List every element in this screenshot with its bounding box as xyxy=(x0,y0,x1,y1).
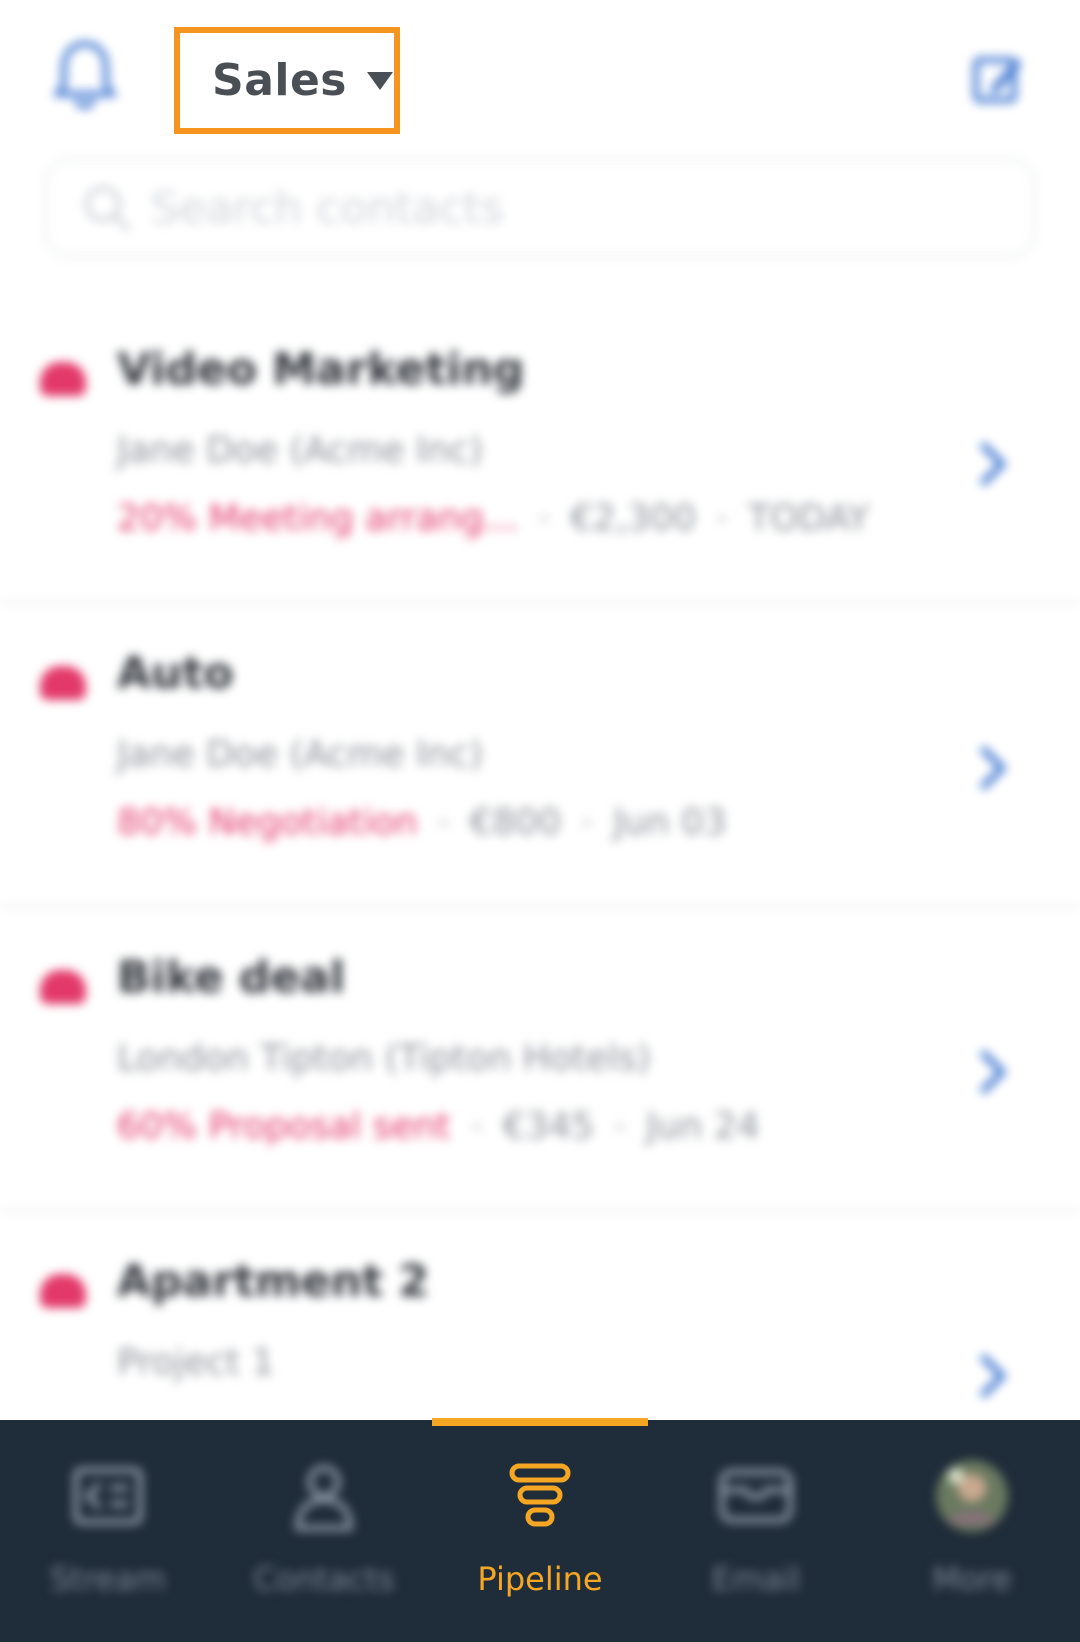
deal-row[interactable]: Auto Jane Doe (Acme Inc) 80% Negotiation… xyxy=(0,604,1080,908)
deal-name: Apartment 2 xyxy=(117,1256,429,1307)
deal-meta: 20% Meeting arrang... €2,300 TODAY xyxy=(117,498,869,539)
search-icon xyxy=(85,186,131,232)
deal-contact: London Tipton (Tipton Hotels) xyxy=(117,1038,651,1079)
deal-contact: Project 1 xyxy=(117,1342,275,1383)
deal-amount: €2,300 xyxy=(570,498,697,539)
active-tab-indicator xyxy=(432,1418,648,1426)
caret-down-icon xyxy=(367,71,393,90)
chevron-right-icon xyxy=(979,1049,1007,1095)
deal-date: Jun 24 xyxy=(646,1106,760,1147)
app-screen: Sales Video Marketing Jane Doe (Acme Inc… xyxy=(0,0,1080,1642)
edit-icon[interactable] xyxy=(970,50,1026,106)
deal-name: Bike deal xyxy=(117,952,345,1003)
deal-amount: €345 xyxy=(502,1106,595,1147)
contacts-icon xyxy=(294,1465,354,1531)
tab-pipeline[interactable]: Pipeline xyxy=(432,1420,648,1642)
search-input[interactable] xyxy=(151,182,951,234)
bottom-tab-bar: Stream Contacts Pipeline Email More xyxy=(0,1420,1080,1642)
bell-icon[interactable] xyxy=(50,38,120,114)
tab-label: More xyxy=(932,1560,1012,1598)
top-bar: Sales xyxy=(0,0,1080,150)
deal-meta: 80% Negotiation €800 Jun 03 xyxy=(117,802,727,843)
deals-list: Video Marketing Jane Doe (Acme Inc) 20% … xyxy=(0,300,1080,1516)
deal-name: Auto xyxy=(117,648,234,699)
pipeline-selector[interactable]: Sales xyxy=(174,27,400,134)
deal-icon xyxy=(40,362,86,396)
deal-row[interactable]: Video Marketing Jane Doe (Acme Inc) 20% … xyxy=(0,300,1080,604)
stream-icon xyxy=(73,1467,143,1525)
deal-icon xyxy=(40,970,86,1004)
chevron-right-icon xyxy=(979,1353,1007,1399)
deal-icon xyxy=(40,666,86,700)
email-icon xyxy=(719,1469,793,1523)
deal-date: Jun 03 xyxy=(613,802,727,843)
tab-email[interactable]: Email xyxy=(648,1420,864,1642)
separator-dot xyxy=(616,1122,625,1131)
deal-stage: 20% Meeting arrang... xyxy=(117,498,519,539)
deal-contact: Jane Doe (Acme Inc) xyxy=(117,430,484,471)
deal-meta: 60% Proposal sent €345 Jun 24 xyxy=(117,1106,760,1147)
deal-stage: 80% Negotiation xyxy=(117,802,418,843)
pipeline-icon xyxy=(509,1463,571,1527)
deal-date: TODAY xyxy=(748,498,870,539)
deal-row[interactable]: Bike deal London Tipton (Tipton Hotels) … xyxy=(0,908,1080,1212)
separator-dot xyxy=(472,1122,481,1131)
search-bar xyxy=(44,158,1036,258)
separator-dot xyxy=(439,818,448,827)
tab-stream[interactable]: Stream xyxy=(0,1420,216,1642)
tab-label: Contacts xyxy=(253,1560,395,1598)
deal-amount: €800 xyxy=(469,802,562,843)
deal-icon xyxy=(40,1274,86,1308)
separator-dot xyxy=(718,514,727,523)
tab-more[interactable]: More xyxy=(864,1420,1080,1642)
deal-stage: 60% Proposal sent xyxy=(117,1106,451,1147)
tab-label: Email xyxy=(711,1560,801,1598)
deal-name: Video Marketing xyxy=(117,344,525,395)
chevron-right-icon xyxy=(979,745,1007,791)
chevron-right-icon xyxy=(979,441,1007,487)
tab-label: Stream xyxy=(50,1560,166,1598)
tab-label: Pipeline xyxy=(477,1560,603,1598)
separator-dot xyxy=(583,818,592,827)
avatar-icon xyxy=(936,1460,1008,1532)
separator-dot xyxy=(540,514,549,523)
deal-contact: Jane Doe (Acme Inc) xyxy=(117,734,484,775)
tab-contacts[interactable]: Contacts xyxy=(216,1420,432,1642)
page-title: Sales xyxy=(212,55,347,106)
